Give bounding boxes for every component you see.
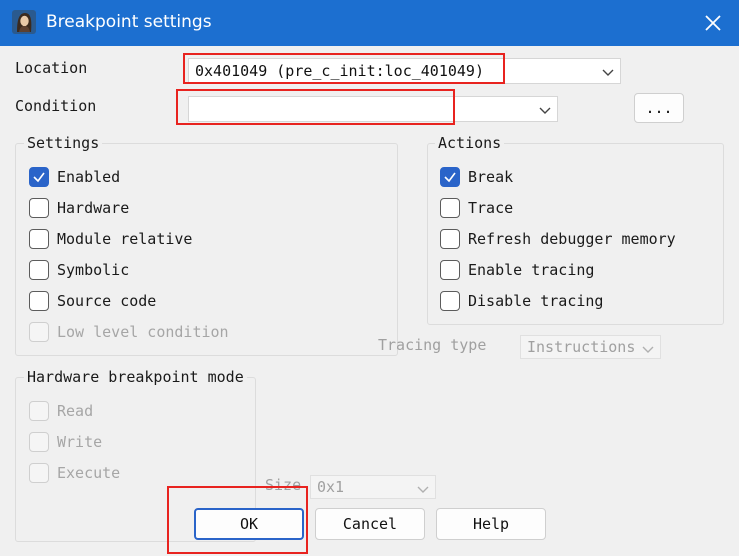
cancel-button[interactable]: Cancel: [315, 508, 425, 540]
window-title: Breakpoint settings: [46, 12, 212, 32]
condition-label: Condition: [15, 97, 97, 115]
source-code-checkbox[interactable]: Source code: [29, 290, 156, 312]
settings-group-title: Settings: [24, 134, 103, 152]
write-checkbox: Write: [29, 431, 102, 453]
enabled-checkbox[interactable]: Enabled: [29, 166, 120, 188]
chevron-down-icon: [642, 341, 654, 353]
tracing-type-value: Instructions: [527, 338, 636, 356]
read-checkbox: Read: [29, 400, 93, 422]
checkmark-icon: [29, 167, 49, 187]
trace-checkbox[interactable]: Trace: [440, 197, 513, 219]
chevron-down-icon: [417, 481, 429, 493]
refresh-debugger-memory-checkbox[interactable]: Refresh debugger memory: [440, 228, 676, 250]
chevron-down-icon[interactable]: [539, 102, 551, 114]
condition-expression-button[interactable]: ...: [634, 93, 684, 123]
location-value: 0x401049 (pre_c_init:loc_401049): [195, 62, 484, 80]
module-relative-checkbox[interactable]: Module relative: [29, 228, 192, 250]
location-combo[interactable]: 0x401049 (pre_c_init:loc_401049): [188, 58, 621, 84]
break-checkbox[interactable]: Break: [440, 166, 513, 188]
location-label: Location: [15, 59, 88, 77]
close-icon[interactable]: [695, 6, 731, 40]
size-combo: 0x1: [310, 475, 436, 499]
dialog-body: Location 0x401049 (pre_c_init:loc_401049…: [0, 46, 739, 556]
ok-button[interactable]: OK: [194, 508, 304, 540]
chevron-down-icon[interactable]: [602, 64, 614, 76]
disable-tracing-checkbox[interactable]: Disable tracing: [440, 290, 603, 312]
hw-breakpoint-mode-title: Hardware breakpoint mode: [24, 368, 247, 386]
enable-tracing-checkbox[interactable]: Enable tracing: [440, 259, 594, 281]
low-level-condition-checkbox: Low level condition: [29, 321, 229, 343]
tracing-type-label: Tracing type: [378, 336, 487, 354]
size-value: 0x1: [317, 478, 345, 496]
checkmark-icon: [440, 167, 460, 187]
size-label: Size: [265, 476, 302, 494]
symbolic-checkbox[interactable]: Symbolic: [29, 259, 129, 281]
hardware-checkbox[interactable]: Hardware: [29, 197, 129, 219]
title-bar: Breakpoint settings: [0, 0, 739, 46]
condition-combo[interactable]: [188, 96, 558, 122]
tracing-type-combo: Instructions: [520, 335, 661, 359]
execute-checkbox: Execute: [29, 462, 120, 484]
actions-group-title: Actions: [435, 134, 505, 152]
help-button[interactable]: Help: [436, 508, 546, 540]
app-portrait-icon: [12, 10, 36, 34]
